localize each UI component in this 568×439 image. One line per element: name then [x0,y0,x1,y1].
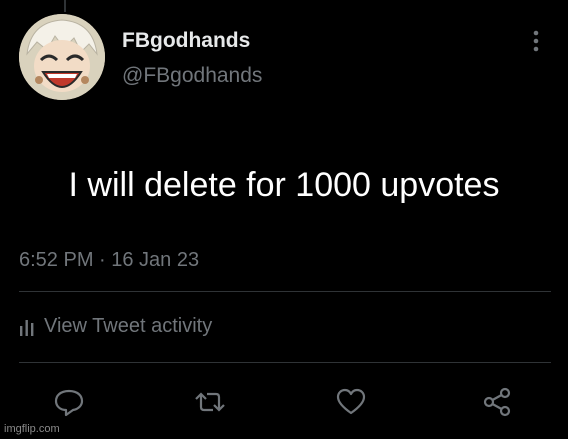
author-display-name[interactable]: FBgodhands [122,29,250,53]
imgflip-watermark: imgflip.com [4,423,60,435]
divider [19,362,551,363]
tweet-timestamp[interactable]: 6:52 PM · 16 Jan 23 [19,249,199,272]
share-icon [483,387,511,417]
view-tweet-activity-link[interactable]: View Tweet activity [19,315,212,338]
avatar[interactable] [19,14,105,100]
reply-button[interactable] [52,386,86,418]
divider [19,291,551,292]
reply-icon [54,389,84,417]
share-button[interactable] [481,386,515,418]
author-handle[interactable]: @FBgodhands [122,64,262,88]
more-options-icon[interactable] [526,28,546,54]
retweet-button[interactable] [193,386,227,418]
heart-icon [336,388,366,415]
cartoon-avatar-icon [19,14,105,100]
activity-label: View Tweet activity [44,315,213,337]
retweet-icon [195,392,225,412]
bar-chart-icon [20,319,34,336]
tweet-text: I will delete for 1000 upvotes [68,166,500,204]
thread-connector-line [64,0,66,12]
like-button[interactable] [334,386,368,418]
